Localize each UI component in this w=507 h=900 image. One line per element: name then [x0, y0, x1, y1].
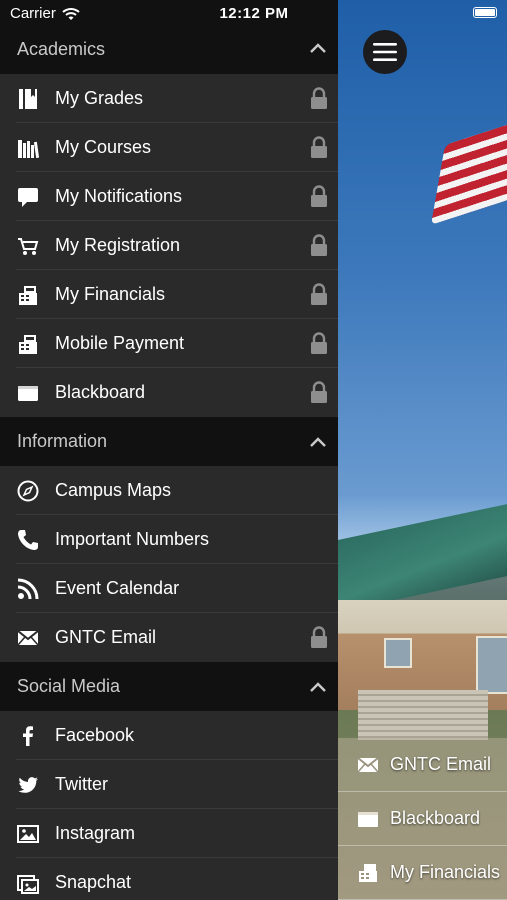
menu-item-campus-maps[interactable]: Campus Maps	[0, 466, 338, 515]
lock-icon	[311, 185, 327, 207]
folder-icon	[356, 809, 380, 829]
app-screen: GNTC Email Blackboard My Financials Acad…	[0, 0, 507, 900]
menu-item-label: Important Numbers	[55, 529, 210, 549]
lock-icon	[311, 332, 327, 354]
lock-icon	[311, 381, 327, 403]
lock-icon	[311, 626, 327, 648]
menu-item-label: GNTC Email	[55, 627, 157, 647]
menu-item-my-notifications[interactable]: My Notifications	[0, 172, 338, 221]
flag-image	[430, 119, 507, 225]
snapchat-icon	[16, 871, 40, 895]
menu-item-label: Event Calendar	[55, 578, 180, 598]
battery-fill	[475, 9, 495, 16]
chevron-up-icon	[310, 681, 326, 692]
shortcut-my-financials[interactable]: My Financials	[338, 846, 507, 900]
menu-item-my-registration[interactable]: My Registration	[0, 221, 338, 270]
menu-item-label: Facebook	[55, 725, 135, 745]
cash-register-icon	[16, 283, 40, 307]
menu-item-label: My Courses	[55, 137, 152, 157]
menu-item-event-calendar[interactable]: Event Calendar	[0, 564, 338, 613]
shortcut-panel: GNTC Email Blackboard My Financials	[338, 738, 507, 900]
chat-bubble-icon	[16, 185, 40, 209]
menu-item-my-financials[interactable]: My Financials	[0, 270, 338, 319]
building-window	[476, 636, 507, 694]
facebook-icon	[16, 724, 40, 748]
section-title: Academics	[17, 39, 106, 59]
cash-register-icon	[16, 332, 40, 356]
menu-item-label: Twitter	[55, 774, 109, 794]
menu-item-label: Campus Maps	[55, 480, 172, 500]
twitter-icon	[16, 773, 40, 797]
grades-book-icon	[16, 87, 40, 111]
menu-item-my-grades[interactable]: My Grades	[0, 74, 338, 123]
shortcut-blackboard[interactable]: Blackboard	[338, 792, 507, 846]
building-window	[384, 638, 412, 668]
building-roof	[338, 504, 507, 612]
battery-icon	[473, 7, 497, 18]
menu-item-label: Instagram	[55, 823, 136, 843]
status-bar: Carrier 12:12 PM	[0, 0, 507, 28]
chevron-up-icon	[310, 436, 326, 447]
hamburger-icon	[373, 43, 397, 61]
menu-item-label: Snapchat	[55, 872, 132, 892]
lock-icon	[311, 87, 327, 109]
chevron-up-icon	[310, 43, 326, 53]
menu-item-gntc-email[interactable]: GNTC Email	[0, 613, 338, 662]
shortcut-label: GNTC Email	[390, 754, 492, 774]
cart-icon	[16, 234, 40, 258]
envelope-icon	[356, 755, 380, 775]
building-stairs	[358, 690, 488, 740]
shortcut-gntc-email[interactable]: GNTC Email	[338, 738, 507, 792]
cash-register-icon	[356, 863, 380, 883]
section-header-social-media[interactable]: Social Media	[0, 662, 338, 711]
section-header-information[interactable]: Information	[0, 417, 338, 466]
menu-item-instagram[interactable]: Instagram	[0, 809, 338, 858]
shortcut-label: Blackboard	[390, 808, 481, 828]
menu-item-snapchat[interactable]: Snapchat	[0, 858, 338, 900]
menu-item-label: Blackboard	[55, 382, 146, 402]
menu-item-label: My Grades	[55, 88, 144, 108]
courses-books-icon	[16, 136, 40, 160]
menu-item-label: My Financials	[55, 284, 166, 304]
lock-icon	[311, 136, 327, 158]
section-title: Social Media	[17, 676, 121, 696]
menu-item-mobile-payment[interactable]: Mobile Payment	[0, 319, 338, 368]
menu-item-label: Mobile Payment	[55, 333, 185, 353]
section-title: Information	[17, 431, 108, 451]
menu-item-facebook[interactable]: Facebook	[0, 711, 338, 760]
lock-icon	[311, 283, 327, 305]
lock-icon	[311, 234, 327, 256]
menu-item-important-numbers[interactable]: Important Numbers	[0, 515, 338, 564]
status-time: 12:12 PM	[219, 5, 289, 22]
hamburger-menu-button[interactable]	[363, 30, 407, 74]
folder-icon	[16, 381, 40, 405]
envelope-icon	[16, 626, 40, 650]
image-icon	[16, 822, 40, 846]
background-photo: GNTC Email Blackboard My Financials	[338, 0, 507, 900]
menu-item-my-courses[interactable]: My Courses	[0, 123, 338, 172]
shortcut-label: My Financials	[390, 862, 501, 882]
side-menu: Academics My Grades My Courses My Notifi…	[0, 0, 338, 900]
phone-icon	[16, 528, 40, 552]
compass-icon	[16, 479, 40, 503]
menu-item-label: My Registration	[55, 235, 181, 255]
menu-item-label: My Notifications	[55, 186, 183, 206]
rss-icon	[16, 577, 40, 601]
menu-item-blackboard[interactable]: Blackboard	[0, 368, 338, 417]
menu-item-twitter[interactable]: Twitter	[0, 760, 338, 809]
